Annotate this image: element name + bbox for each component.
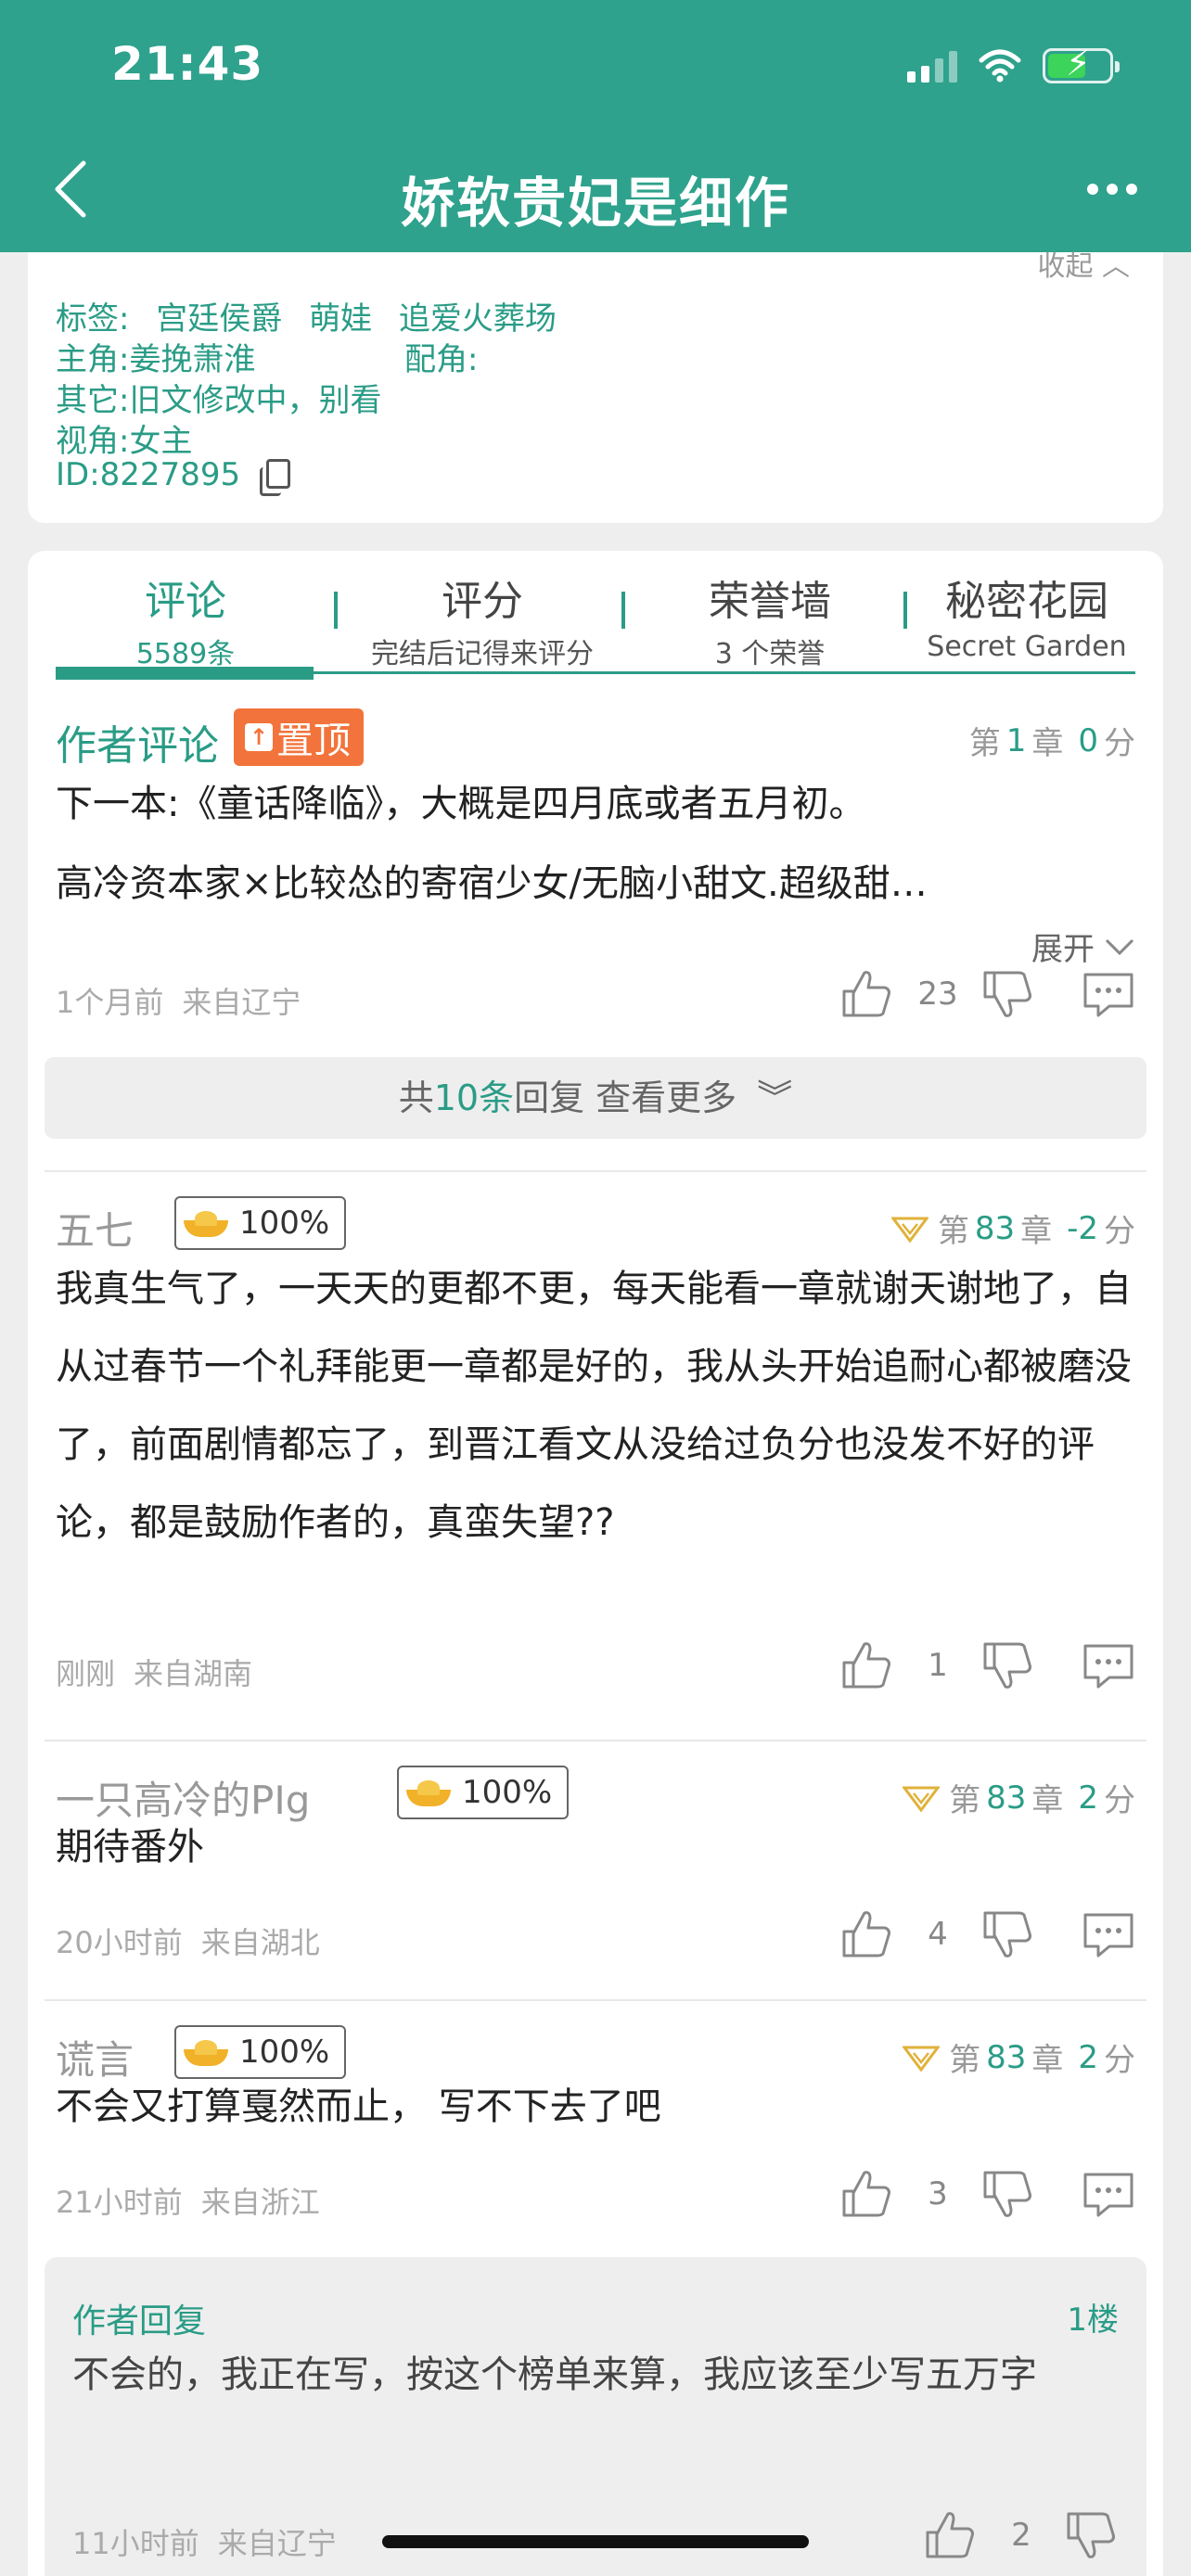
supporting-row: 配角: [404, 341, 479, 378]
comment-icon[interactable] [1082, 2167, 1135, 2221]
like-count: 2 [1011, 2517, 1031, 2554]
vip-diamond-icon [903, 2046, 941, 2072]
vip-diamond-icon [890, 1217, 928, 1243]
thumbs-down-icon[interactable] [981, 2167, 1035, 2221]
reply-actions: 2 [924, 2507, 1119, 2563]
comment-item: 五七 100% 第 83 章 -2 分 我真生气了，一天天的更都不更，每天能看一章就谢… [56, 1196, 1135, 1691]
comment-item: 谎言 100% 第 83 章 2分 不会又打算戛然而止， 写不下去了吧 21小时前来… [56, 2025, 1135, 2242]
other-row: 其它:旧文修改中，别看 [56, 382, 382, 419]
reply-title: 作者回复 [72, 2302, 207, 2340]
chapter-info: 第 83 章 2分 [903, 2034, 1135, 2080]
chapter-info: 第 83 章 2分 [903, 1775, 1135, 1820]
chevron-down-icon [1105, 938, 1134, 955]
id-row: ID:8227895 [56, 456, 291, 496]
thumbs-up-icon[interactable] [840, 1907, 894, 1961]
pin-up-icon: ↑ [245, 723, 273, 751]
tab-honor-wall[interactable]: 荣誉墙 3 个荣誉 [649, 567, 890, 671]
comment-author[interactable]: 作者评论 [56, 712, 219, 772]
comment-meta: 1个月前 来自辽宁 [56, 985, 301, 1020]
protagonist-row: 主角:姜挽萧淮 [56, 341, 256, 378]
comment-meta: 20小时前 来自湖北 [56, 1925, 320, 1960]
thumbs-down-icon[interactable] [981, 967, 1035, 1021]
reply-meta: 11小时前 来自辽宁 [72, 2526, 337, 2561]
comment-meta: 刚刚 来自湖南 [56, 1656, 253, 1691]
tags-row: 标签: 宫廷侯爵 萌娃 追爱火葬场 [56, 300, 557, 338]
tab-comments[interactable]: 评论 5589条 [93, 567, 278, 671]
expand-link[interactable]: 展开 [1031, 924, 1135, 969]
copy-icon[interactable] [260, 459, 291, 496]
comment-text: 期待番外 [56, 1826, 204, 1868]
more-icon[interactable] [1087, 184, 1137, 195]
comment-actions: 4 [840, 1906, 1135, 1962]
reader-badge: 100% [397, 1766, 570, 1819]
view-more-replies-button[interactable]: 共10条回复 查看更多 ︾ [45, 1057, 1146, 1139]
status-time: 21:43 [111, 37, 264, 91]
gold-ingot-icon [184, 2038, 228, 2066]
comment-icon[interactable] [1082, 967, 1135, 1021]
pov-row: 视角:女主 [56, 423, 193, 460]
battery-icon: ⚡ [1043, 45, 1120, 83]
book-info-card: 收起 ︿ 标签: 宫廷侯爵 萌娃 追爱火葬场 主角:姜挽萧淮 配角: 其它:旧文… [28, 250, 1163, 523]
thumbs-up-icon[interactable] [840, 1639, 894, 1692]
thumbs-up-icon[interactable] [840, 2167, 894, 2221]
reply-text: 不会的，我正在写，按这个榜单来算，我应该至少写五万字 [72, 2353, 1037, 2396]
double-chevron-down-icon: ︾ [757, 1078, 793, 1118]
thumbs-up-icon[interactable] [924, 2508, 978, 2562]
tag[interactable]: 宫廷侯爵 [156, 300, 282, 338]
top-bar: 21:43 ⚡ 娇软贵妃是细作 [0, 0, 1191, 252]
author-reply: 作者回复 1楼 不会的，我正在写，按这个榜单来算，我应该至少写五万字 11小时前… [45, 2257, 1146, 2576]
comment-actions: 23 [840, 966, 1135, 1022]
gold-ingot-icon [184, 1209, 228, 1237]
tag[interactable]: 萌娃 [309, 300, 372, 338]
reader-badge: 100% [174, 1196, 347, 1250]
like-count: 3 [928, 2175, 948, 2213]
comment-icon[interactable] [1082, 1907, 1135, 1961]
comment-author[interactable]: 五七 [56, 1200, 134, 1256]
page-title: 娇软贵妃是细作 [400, 172, 790, 235]
comment-actions: 1 [840, 1638, 1135, 1693]
comment-meta: 21小时前 来自浙江 [56, 2185, 320, 2220]
comments-card: 评论 5589条 评分 完结后记得来评分 荣誉墙 3 个荣誉 秘密花园 Secr… [28, 551, 1163, 2576]
vip-diamond-icon [903, 1786, 941, 1812]
comment-actions: 3 [840, 2166, 1135, 2222]
pinned-badge: ↑ 置顶 [234, 708, 364, 766]
chapter-info: 第1章 0分 [968, 721, 1135, 763]
home-indicator [382, 2535, 809, 2548]
comment-text: 不会又打算戛然而止， 写不下去了吧 [56, 2085, 661, 2128]
chapter-info: 第 83 章 -2 分 [890, 1205, 1135, 1251]
like-count: 23 [917, 976, 958, 1013]
thumbs-down-icon[interactable] [981, 1639, 1035, 1692]
collapse-link[interactable]: 收起 ︿ [1037, 243, 1130, 284]
gold-ingot-icon [406, 1779, 451, 1806]
thumbs-up-icon[interactable] [840, 967, 894, 1021]
comment-author[interactable]: 一只高冷的PIg [56, 1769, 310, 1826]
tag[interactable]: 追爱火葬场 [399, 300, 557, 338]
thumbs-down-icon[interactable] [1065, 2508, 1119, 2562]
status-icons: ⚡ [907, 45, 1120, 87]
tab-rating[interactable]: 评分 完结后记得来评分 [343, 567, 621, 671]
comment-item: 一只高冷的PIg 100% 第 83 章 2分 期待番外 20小时前 来自湖北 4 [56, 1766, 1135, 1983]
reply-floor: 1楼 [1067, 2302, 1119, 2339]
thumbs-down-icon[interactable] [981, 1907, 1035, 1961]
tab-indicator [56, 667, 314, 680]
tab-secret-garden[interactable]: 秘密花园 Secret Garden [918, 567, 1135, 663]
comment-author[interactable]: 谎言 [56, 2029, 134, 2085]
signal-icon [907, 49, 957, 83]
wifi-icon [979, 49, 1021, 83]
tab-bar: 评论 5589条 评分 完结后记得来评分 荣誉墙 3 个荣誉 秘密花园 Secr… [56, 551, 1135, 688]
comment-text: 下一本:《童话降临》，大概是四月底或者五月初。 高冷资本家×比较怂的寄宿少女/无… [56, 783, 928, 905]
like-count: 4 [928, 1916, 948, 1953]
reader-badge: 100% [174, 2025, 347, 2079]
like-count: 1 [928, 1647, 948, 1684]
comment-text: 我真生气了，一天天的更都不更，每天能看一章就谢天谢地了，自从过春节一个礼拜能更一… [56, 1268, 1132, 1544]
comment-icon[interactable] [1082, 1639, 1135, 1692]
